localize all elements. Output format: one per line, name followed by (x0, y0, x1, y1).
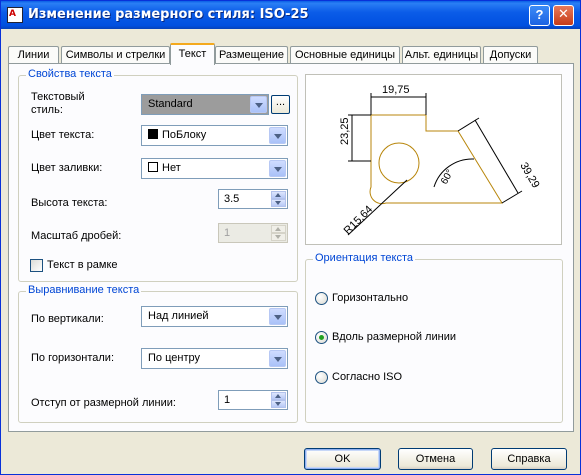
chevron-down-icon[interactable] (269, 308, 286, 325)
fill-color-select[interactable]: Нет (141, 158, 288, 179)
ok-button[interactable]: OK (304, 448, 381, 470)
spin-down-icon (271, 233, 286, 241)
spin-down-icon[interactable] (271, 400, 286, 408)
radio-aligned[interactable] (315, 331, 328, 344)
fraction-scale-value: 1 (224, 227, 231, 239)
vertical-value: Над линией (148, 310, 209, 322)
spin-down-icon[interactable] (271, 199, 286, 207)
dimension-preview: 19,75 23,25 39,29 60° R15,64 (305, 74, 562, 245)
group-title: Ориентация текста (313, 252, 416, 264)
radio-horizontal-label: Горизонтально (332, 292, 409, 304)
vertical-label: По вертикали: (31, 313, 104, 325)
fill-color-label: Цвет заливки: (31, 162, 103, 174)
chevron-down-icon[interactable] (269, 160, 286, 177)
text-style-label: Текстовый (31, 91, 85, 103)
close-icon[interactable]: ✕ (553, 5, 574, 26)
autocad-app-icon: A (7, 7, 23, 23)
chevron-down-icon[interactable] (269, 127, 286, 144)
window-title: Изменение размерного стиля: ISO-25 (28, 7, 309, 22)
text-color-label: Цвет текста: (31, 129, 95, 141)
empty-swatch-icon (148, 162, 158, 172)
help-button[interactable]: Справка (491, 448, 567, 470)
browse-text-style-button[interactable]: ... (271, 95, 290, 114)
text-style-label-2: стиль: (31, 104, 63, 116)
dim-top-label: 19,75 (382, 84, 410, 96)
help-icon[interactable]: ? (529, 5, 550, 26)
radio-iso[interactable] (315, 371, 328, 384)
cancel-button[interactable]: Отмена (398, 448, 473, 470)
dialog-window: A Изменение размерного стиля: ISO-25 ? ✕… (0, 0, 581, 475)
spin-up-icon[interactable] (271, 191, 286, 199)
text-style-select[interactable]: Standard (141, 94, 269, 115)
title-bar[interactable]: A Изменение размерного стиля: ISO-25 ? ✕ (1, 1, 580, 29)
chevron-down-icon[interactable] (269, 350, 286, 367)
dimension-lines (347, 93, 523, 236)
fraction-scale-label: Масштаб дробей: (31, 230, 122, 242)
text-color-value: ПоБлоку (162, 129, 207, 141)
color-swatch-icon (148, 129, 158, 139)
horizontal-value: По центру (148, 352, 200, 364)
preview-drawing: 19,75 23,25 39,29 60° R15,64 (339, 84, 542, 238)
offset-input[interactable]: 1 (218, 390, 288, 410)
offset-label: Отступ от размерной линии: (31, 397, 176, 409)
dim-right-label: 39,29 (517, 161, 541, 191)
horizontal-label: По горизонтали: (31, 352, 114, 364)
group-title: Свойства текста (26, 68, 114, 80)
frame-text-label: Текст в рамке (47, 259, 118, 271)
text-height-label: Высота текста: (31, 197, 108, 209)
frame-text-checkbox[interactable] (30, 259, 43, 272)
preview-shape (369, 114, 503, 205)
radio-horizontal[interactable] (315, 292, 328, 305)
text-height-value: 3.5 (224, 193, 240, 205)
horizontal-select[interactable]: По центру (141, 348, 288, 369)
fraction-scale-input[interactable]: 1 (218, 223, 288, 243)
radio-aligned-label: Вдоль размерной линии (332, 331, 456, 343)
dim-left-label: 23,25 (339, 117, 351, 145)
chevron-down-icon[interactable] (250, 96, 267, 113)
spin-up-icon[interactable] (271, 392, 286, 400)
offset-value: 1 (224, 394, 231, 406)
fill-color-value: Нет (162, 162, 181, 174)
radio-iso-label: Согласно ISO (332, 371, 403, 383)
text-color-select[interactable]: ПоБлоку (141, 125, 288, 146)
dim-radius-label: R15,64 (342, 204, 376, 238)
dim-angle-label: 60° (439, 168, 456, 187)
tab-text[interactable]: Текст (170, 43, 215, 65)
spin-up-icon (271, 225, 286, 233)
text-height-input[interactable]: 3.5 (218, 189, 288, 209)
group-title: Выравнивание текста (26, 284, 142, 296)
vertical-select[interactable]: Над линией (141, 306, 288, 327)
text-style-value: Standard (148, 98, 193, 110)
